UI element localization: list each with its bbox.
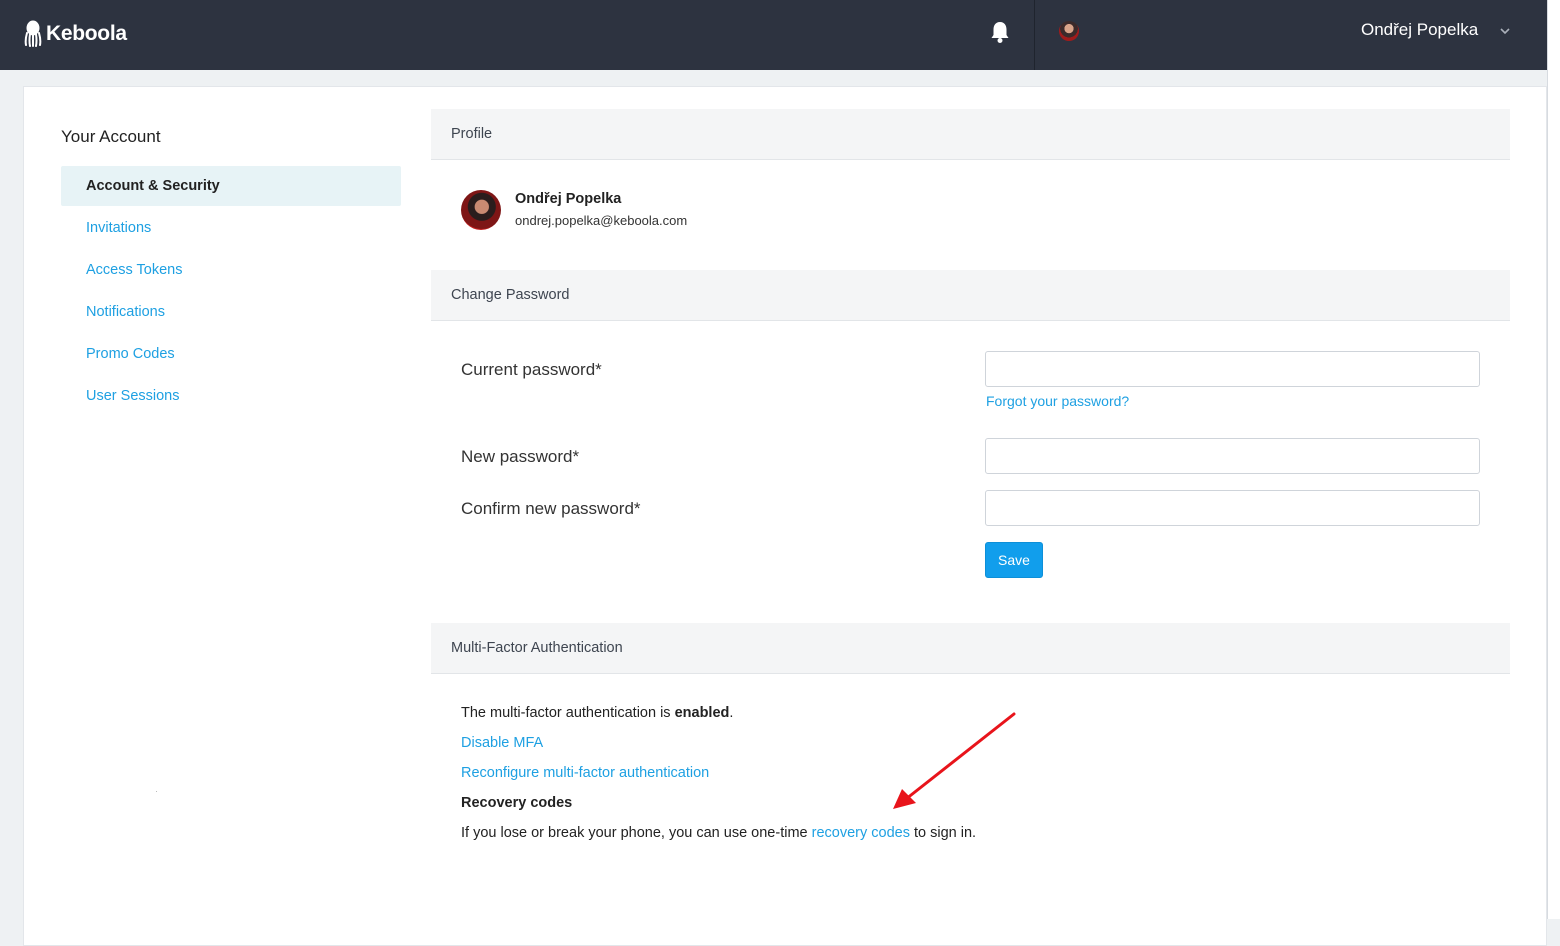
mfa-status-prefix: The multi-factor authentication is — [461, 705, 675, 721]
top-navbar: Keboola Ondřej Popelka — [0, 0, 1547, 70]
recovery-codes-text: If you lose or break your phone, you can… — [461, 825, 976, 841]
current-password-input[interactable] — [985, 351, 1480, 387]
profile-email: ondrej.popelka@keboola.com — [515, 213, 688, 228]
current-password-label: Current password* — [461, 360, 602, 379]
sidebar-item-promo-codes[interactable]: Promo Codes — [61, 334, 401, 374]
logo-text: Keboola — [46, 22, 127, 45]
recovery-text-prefix: If you lose or break your phone, you can… — [461, 825, 812, 841]
change-password-section-header: Change Password — [431, 270, 1510, 321]
new-password-label: New password* — [461, 447, 580, 466]
chevron-down-icon[interactable] — [1498, 24, 1512, 38]
reconfigure-mfa-link[interactable]: Reconfigure multi-factor authentication — [461, 765, 709, 781]
confirm-password-label: Confirm new password* — [461, 499, 641, 518]
mfa-status-suffix: . — [729, 705, 734, 721]
new-password-input[interactable] — [985, 438, 1480, 474]
navbar-divider — [1034, 0, 1035, 70]
profile-section-header: Profile — [431, 109, 1510, 160]
keboola-octopus-icon — [24, 20, 42, 47]
stray-dot — [156, 791, 157, 792]
sidebar-item-access-tokens[interactable]: Access Tokens — [61, 250, 401, 290]
mfa-section-header: Multi-Factor Authentication — [431, 623, 1510, 674]
bell-icon[interactable] — [989, 20, 1011, 44]
scrollbar[interactable] — [1547, 0, 1560, 919]
save-button[interactable]: Save — [985, 542, 1043, 578]
sidebar-item-account-security[interactable]: Account & Security — [61, 166, 401, 206]
recovery-codes-link[interactable]: recovery codes — [812, 825, 910, 841]
confirm-password-input[interactable] — [985, 490, 1480, 526]
annotation-arrow-icon — [893, 712, 1016, 809]
mfa-status-value: enabled — [674, 705, 730, 721]
sidebar-item-invitations[interactable]: Invitations — [61, 208, 401, 248]
sidebar-title: Your Account — [61, 127, 161, 146]
disable-mfa-link[interactable]: Disable MFA — [461, 735, 543, 751]
navbar-avatar[interactable] — [1059, 21, 1079, 41]
recovery-codes-title: Recovery codes — [461, 795, 573, 811]
avatar — [461, 190, 501, 230]
keboola-logo[interactable]: Keboola — [24, 18, 127, 50]
recovery-text-suffix: to sign in. — [909, 825, 977, 841]
profile-name: Ondřej Popelka — [515, 191, 622, 207]
user-menu-name[interactable]: Ondřej Popelka — [1361, 20, 1478, 40]
mfa-status-text: The multi-factor authentication is enabl… — [461, 705, 733, 721]
sidebar-item-user-sessions[interactable]: User Sessions — [61, 376, 401, 416]
sidebar-nav: Account & Security Invitations Access To… — [61, 166, 401, 418]
forgot-password-link[interactable]: Forgot your password? — [986, 393, 1129, 409]
sidebar-item-notifications[interactable]: Notifications — [61, 292, 401, 332]
